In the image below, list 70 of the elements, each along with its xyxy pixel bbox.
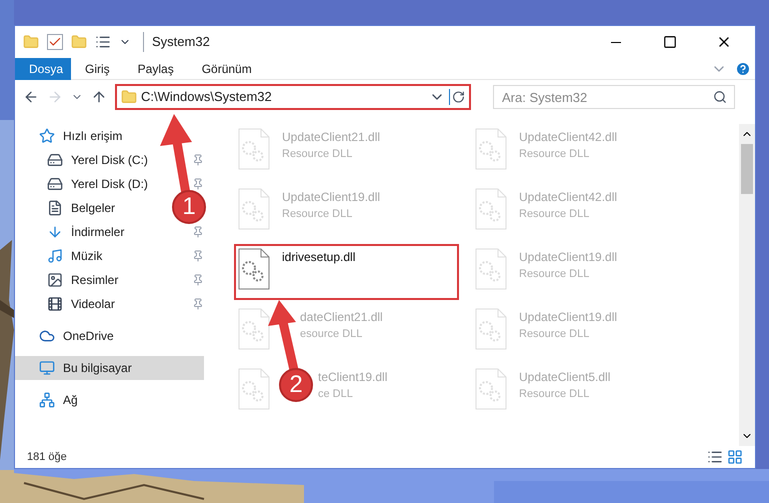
- sidebar-item[interactable]: Yerel Disk (C:): [15, 148, 152, 172]
- sidebar-item[interactable]: Resimler: [15, 268, 122, 292]
- search-icon: [713, 90, 727, 104]
- search-field[interactable]: Ara: System32: [493, 85, 735, 109]
- up-icon[interactable]: [91, 89, 107, 105]
- drive-icon: [47, 176, 63, 192]
- document-icon: [47, 200, 63, 216]
- address-path: C:\Windows\System32: [141, 88, 273, 106]
- monitor-icon: [39, 360, 55, 376]
- sidebar-item[interactable]: Hızlı erişim: [15, 124, 126, 148]
- properties-icon[interactable]: [95, 34, 111, 50]
- selection-frame[interactable]: idrivesetup.dll: [234, 244, 459, 300]
- file-type: Resource DLL: [519, 267, 590, 282]
- sidebar-item[interactable]: Belgeler: [15, 196, 120, 220]
- sidebar-item[interactable]: Yerel Disk (D:): [15, 172, 152, 196]
- file-type: Resource DLL: [519, 147, 590, 162]
- pin-icon[interactable]: [192, 274, 204, 286]
- ribbon-tab[interactable]: Paylaş: [124, 58, 188, 80]
- sidebar-item[interactable]: Bu bilgisayar: [15, 356, 204, 380]
- file-icon: [238, 128, 270, 170]
- window-title: System32: [143, 32, 210, 52]
- file-type: Resource DLL: [519, 207, 590, 222]
- drive-icon: [47, 152, 63, 168]
- sidebar-item[interactable]: İndirmeler: [15, 220, 128, 244]
- checklist-icon[interactable]: [47, 34, 63, 50]
- sidebar-item[interactable]: OneDrive: [15, 324, 118, 348]
- cloud-icon: [39, 328, 55, 344]
- refresh-icon[interactable]: [449, 89, 465, 105]
- folder-icon: [121, 89, 137, 105]
- file-type: Resource DLL: [282, 147, 354, 162]
- image-icon: [47, 272, 63, 288]
- file-icon: [238, 308, 270, 350]
- back-icon[interactable]: [23, 89, 39, 105]
- scroll-thumb[interactable]: [741, 144, 753, 194]
- file-type: Resource DLL: [519, 327, 590, 342]
- pin-icon[interactable]: [192, 154, 204, 166]
- star-icon: [39, 128, 55, 144]
- sidebar-item[interactable]: Ağ: [15, 388, 82, 412]
- file-icon: [475, 188, 507, 230]
- file-icon: [238, 368, 270, 410]
- ribbon-tab[interactable]: Görünüm: [188, 58, 266, 80]
- sidebar-item[interactable]: Videolar: [15, 292, 119, 316]
- file-type: Resource DLL: [519, 387, 590, 402]
- film-icon: [47, 296, 63, 312]
- file-icon: [475, 308, 507, 350]
- details-view-icon[interactable]: [707, 449, 723, 465]
- pin-icon[interactable]: [192, 298, 204, 310]
- file-icon: [238, 248, 270, 290]
- pin-icon[interactable]: [192, 250, 204, 262]
- file-type: Resource DLL: [282, 207, 354, 222]
- pin-icon[interactable]: [192, 178, 204, 190]
- file-icon: [475, 248, 507, 290]
- file-icon: [238, 188, 270, 230]
- sidebar-item[interactable]: Müzik: [15, 244, 106, 268]
- music-note-icon: [47, 248, 63, 264]
- file-icon: [475, 368, 507, 410]
- file-type: ce DLL: [318, 387, 354, 402]
- file-type: esource DLL: [300, 327, 364, 342]
- tiles-view-icon[interactable]: [727, 449, 743, 465]
- item-count: 181 öğe: [27, 450, 67, 465]
- ribbon-tab[interactable]: Giriş: [71, 58, 124, 80]
- file-name[interactable]: idrivesetup.dll: [282, 248, 356, 266]
- maximize-icon: [663, 35, 677, 49]
- scrollbar[interactable]: [739, 124, 755, 446]
- ribbon-tab[interactable]: Dosya: [15, 58, 71, 80]
- help-icon[interactable]: [735, 60, 751, 76]
- file-icon: [475, 128, 507, 170]
- address-field[interactable]: C:\Windows\System32: [115, 84, 471, 110]
- pin-icon[interactable]: [192, 226, 204, 238]
- network-icon: [39, 392, 55, 408]
